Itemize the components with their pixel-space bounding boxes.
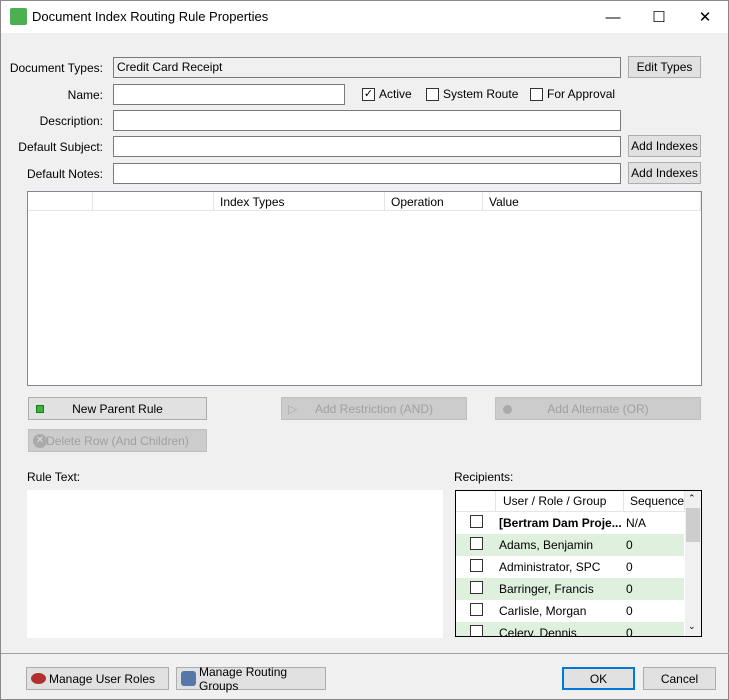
delete-icon: ✕ [33,434,47,448]
close-button[interactable]: ✕ [682,1,728,33]
red-hat-icon [31,673,46,684]
recipient-row[interactable]: Administrator, SPC 0 [456,556,684,578]
users-icon [181,671,196,686]
recipient-row[interactable]: Barringer, Francis 0 [456,578,684,600]
recipient-row[interactable]: Carlisle, Morgan 0 [456,600,684,622]
default-notes-label: Default Notes: [26,167,103,181]
scroll-up-icon[interactable]: ⌃ [688,493,696,504]
recipient-sequence: 0 [626,538,633,552]
recipients-list[interactable]: User / Role / Group Sequence [Bertram Da… [455,490,702,637]
window-title: Document Index Routing Rule Properties [32,9,269,24]
recipient-name: [Bertram Dam Proje... [499,516,622,530]
recipient-name: Celery, Dennis [499,626,577,637]
description-label: Description: [39,114,103,128]
maximize-button[interactable]: ☐ [636,1,682,33]
recipient-sequence: 0 [626,582,633,596]
add-restriction-button[interactable]: ▷ Add Restriction (AND) [281,397,467,420]
document-types-label: Document Types: [9,61,103,75]
green-square-icon [36,405,44,413]
app-icon [10,8,27,25]
button-label: Manage User Roles [49,671,156,686]
column-header[interactable] [28,192,93,211]
column-header[interactable] [456,491,496,512]
ok-button[interactable]: OK [562,667,635,690]
play-icon: ▷ [288,402,298,416]
system-route-checkbox[interactable]: System Route [426,87,518,101]
add-indexes-notes-button[interactable]: Add Indexes [628,162,701,184]
column-header[interactable] [93,192,214,211]
recipients-label: Recipients: [454,470,514,484]
add-alternate-button[interactable]: Add Alternate (OR) [495,397,701,420]
recipient-row[interactable]: Adams, Benjamin 0 [456,534,684,556]
manage-routing-groups-button[interactable]: Manage Routing Groups [176,664,326,693]
name-label: Name: [67,88,103,102]
recipient-row[interactable]: Celery, Dennis 0 [456,622,684,637]
recipient-sequence: N/A [626,516,647,530]
button-label: Delete Row (And Children) [46,433,189,448]
button-label: New Parent Rule [72,401,163,416]
description-input[interactable] [113,110,621,131]
scrollbar[interactable]: ⌃ ⌄ [685,491,701,636]
rule-text-area[interactable] [27,490,443,638]
column-header-index-types[interactable]: Index Types [214,192,385,211]
scroll-thumb[interactable] [686,508,700,542]
delete-row-button[interactable]: ✕ Delete Row (And Children) [28,429,207,452]
active-checkbox[interactable]: ✓ Active [362,87,412,101]
rule-text-label: Rule Text: [27,470,81,484]
recipient-checkbox[interactable] [469,559,483,572]
column-header-operation[interactable]: Operation [385,192,483,211]
recipient-name: Barringer, Francis [499,582,594,596]
recipient-name: Adams, Benjamin [499,538,594,552]
minimize-button[interactable]: — [590,1,636,33]
new-parent-rule-button[interactable]: New Parent Rule [28,397,207,420]
recipient-row[interactable]: [Bertram Dam Proje... N/A [456,512,684,534]
rules-grid[interactable]: Index Types Operation Value [27,191,702,386]
recipient-checkbox[interactable] [469,603,483,616]
for-approval-checkbox[interactable]: For Approval [530,87,615,101]
cancel-button[interactable]: Cancel [643,667,716,690]
scroll-down-icon[interactable]: ⌄ [688,621,696,632]
recipient-sequence: 0 [626,604,633,618]
recipient-sequence: 0 [626,560,633,574]
circle-icon [503,405,512,414]
title-bar: Document Index Routing Rule Properties —… [1,1,728,33]
default-subject-input[interactable] [113,136,621,157]
recipient-sequence: 0 [626,626,633,637]
recipient-name: Administrator, SPC [499,560,601,574]
check-icon: ✓ [362,87,375,101]
recipient-checkbox[interactable] [469,515,483,528]
button-label: Add Alternate (OR) [547,401,649,416]
default-subject-label: Default Subject: [18,140,103,154]
column-header-user[interactable]: User / Role / Group [496,491,624,512]
checkbox-box [530,87,543,101]
add-indexes-subject-button[interactable]: Add Indexes [628,135,701,157]
recipient-name: Carlisle, Morgan [499,604,587,618]
document-types-field: Credit Card Receipt [113,57,621,78]
name-input[interactable] [113,84,345,105]
recipient-checkbox[interactable] [469,581,483,594]
button-label: Add Restriction (AND) [314,401,434,416]
active-label: Active [379,87,412,101]
system-route-label: System Route [443,87,519,101]
checkbox-box [426,87,439,101]
for-approval-label: For Approval [547,87,616,101]
button-label: Manage Routing Groups [199,664,288,693]
edit-types-button[interactable]: Edit Types [628,56,701,78]
default-notes-input[interactable] [113,163,621,184]
manage-user-roles-button[interactable]: Manage User Roles [26,667,169,690]
recipient-checkbox[interactable] [469,625,483,636]
column-header-value[interactable]: Value [483,192,701,211]
footer-divider [1,653,729,654]
column-header-sequence[interactable]: Sequence [624,491,685,512]
recipient-checkbox[interactable] [469,537,483,550]
